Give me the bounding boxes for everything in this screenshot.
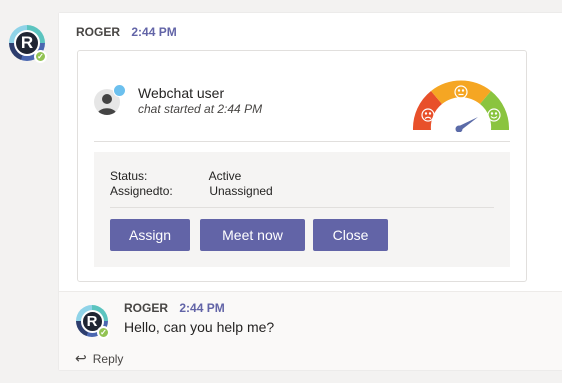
close-button[interactable]: Close xyxy=(313,219,388,251)
assigned-label: Assignedto: xyxy=(110,184,173,198)
status-label: Status: xyxy=(110,169,148,183)
sender-avatar[interactable]: R ✓ xyxy=(9,25,47,63)
reply-header: ROGER 2:44 PM xyxy=(124,301,225,315)
chat-bubble-icon xyxy=(113,84,126,97)
reply-link[interactable]: ↩ Reply xyxy=(75,350,123,367)
panel-divider xyxy=(110,207,494,208)
reply-sender-avatar[interactable]: R ✓ xyxy=(76,305,110,339)
card-title: Webchat user xyxy=(138,85,225,101)
message-thread: ROGER 2:44 PM Webchat user chat started … xyxy=(59,13,562,370)
reply-text: Hello, can you help me? xyxy=(124,319,275,335)
assigned-row: Assignedto: Unassigned xyxy=(110,184,273,198)
reply-presence-available-icon: ✓ xyxy=(97,326,110,339)
assigned-value: Unassigned xyxy=(209,184,273,198)
details-panel: Status: Active Assignedto: Unassigned As… xyxy=(94,152,510,267)
presence-available-icon: ✓ xyxy=(34,50,47,63)
reply-message: R ✓ ROGER 2:44 PM Hello, can you help me… xyxy=(59,291,562,370)
assign-button[interactable]: Assign xyxy=(110,219,190,251)
reply-time: 2:44 PM xyxy=(179,301,225,315)
message-header: ROGER 2:44 PM xyxy=(76,25,177,39)
adaptive-card: Webchat user chat started at 2:44 PM Sta… xyxy=(77,50,527,282)
status-value: Active xyxy=(208,169,242,183)
sentiment-gauge-icon xyxy=(412,80,510,132)
status-row: Status: Active xyxy=(110,169,241,183)
meet-now-button[interactable]: Meet now xyxy=(200,219,305,251)
reply-arrow-icon: ↩ xyxy=(75,350,87,366)
reply-link-label: Reply xyxy=(92,352,124,366)
card-divider xyxy=(94,141,510,142)
message-time: 2:44 PM xyxy=(131,25,177,39)
card-subtitle: chat started at 2:44 PM xyxy=(138,102,263,116)
gauge-segment-neutral xyxy=(431,80,491,104)
sender-name: ROGER xyxy=(76,25,121,39)
reply-sender-name: ROGER xyxy=(124,301,169,315)
